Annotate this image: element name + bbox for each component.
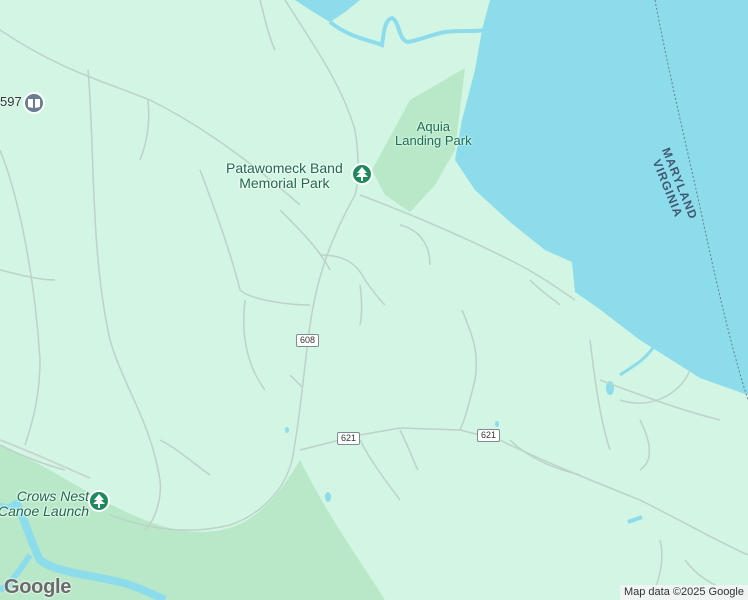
park-label-line2: Landing Park [395, 133, 472, 148]
park-label-aquia-landing[interactable]: Aquia Landing Park [395, 120, 472, 148]
route-shield-608: 608 [296, 334, 320, 347]
map-base-layer [0, 0, 748, 600]
park-label-line1: Aquia [416, 119, 450, 134]
tree-icon [356, 167, 368, 181]
poi-label-line2: Canoe Launch [0, 503, 90, 519]
route-shield-621: 621 [477, 429, 501, 442]
google-logo: Google [4, 576, 72, 598]
partial-route-number: 597 [0, 94, 22, 109]
book-icon [28, 99, 40, 108]
poi-marker-patawomeck[interactable] [351, 163, 373, 185]
route-shield-621: 621 [337, 432, 361, 445]
tree-icon [93, 494, 105, 508]
poi-label-line1: Patawomeck Band [226, 160, 343, 176]
poi-label-patawomeck[interactable]: Patawomeck Band Memorial Park [226, 161, 343, 191]
poi-marker-crows-nest[interactable] [88, 490, 110, 512]
poi-label-line2: Memorial Park [239, 175, 330, 191]
poi-marker-library[interactable] [23, 92, 45, 114]
poi-label-line1: Crows Nest [16, 488, 90, 504]
map-attribution[interactable]: Map data ©2025 Google [619, 585, 748, 600]
map-canvas[interactable]: Aquia Landing Park Patawomeck Band Memor… [0, 0, 748, 600]
poi-label-crows-nest[interactable]: Crows Nest Canoe Launch [0, 489, 89, 519]
